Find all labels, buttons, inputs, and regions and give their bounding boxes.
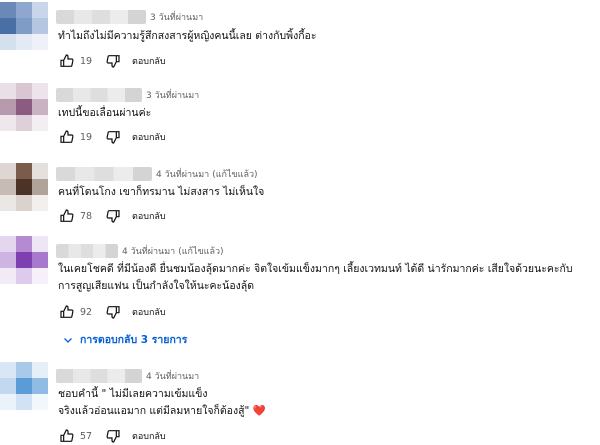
author-name[interactable] <box>56 167 152 181</box>
dislike-button[interactable] <box>104 303 122 321</box>
thumb-down-icon <box>106 210 120 223</box>
like-count: 92 <box>80 306 93 318</box>
like-count: 78 <box>80 210 93 222</box>
view-replies-button[interactable]: การตอบกลับ 3 รายการ <box>62 331 187 348</box>
comment-text: ทำไมถึงไม่มีความรู้สึกสงสารผู้หญิงคนนี้เ… <box>58 30 317 42</box>
like-button[interactable] <box>58 303 76 321</box>
like-count: 19 <box>80 55 93 67</box>
dislike-button[interactable] <box>104 128 122 146</box>
comment-text: ในเคยโชคดี ที่มีน้องดี ยื่นชมน้องลุ้ดมาก… <box>58 263 573 292</box>
reply-button[interactable]: ตอบกลับ <box>132 130 166 144</box>
comment-text: ชอบคำนี้ " ไม่มีเลยความเข้มแข็ง จริงแล้ว… <box>58 388 266 417</box>
thumb-up-icon <box>60 54 74 67</box>
edited-label: (แก้ไขแล้ว) <box>212 170 258 180</box>
dislike-button[interactable] <box>104 52 122 70</box>
author-name[interactable] <box>56 244 118 258</box>
comment-timestamp[interactable]: 3 วันที่ผ่านมา <box>146 88 199 102</box>
thumb-down-icon <box>106 55 120 68</box>
thumb-up-icon <box>60 429 74 442</box>
comment-timestamp[interactable]: 4 วันที่ผ่านมา <box>156 167 209 181</box>
thumb-down-icon <box>106 430 120 443</box>
comment-timestamp[interactable]: 3 วันที่ผ่านมา <box>150 10 203 24</box>
comment-text: เทปนี้ขอเลื่อนผ่านค่ะ <box>58 107 152 119</box>
author-name[interactable] <box>56 88 142 102</box>
thumb-up-icon <box>60 305 74 318</box>
thumb-up-icon <box>60 130 74 143</box>
like-button[interactable] <box>58 427 76 445</box>
author-name[interactable] <box>56 369 142 383</box>
heart-emoji: ❤️ <box>252 405 266 417</box>
comment-text: คนที่โดนโกง เขาก็ทรมาน ไม่สงสาร ไม่เห็นใ… <box>58 186 265 198</box>
chevron-down-icon <box>64 337 72 343</box>
avatar[interactable] <box>0 236 48 284</box>
avatar[interactable] <box>0 2 48 50</box>
like-button[interactable] <box>58 128 76 146</box>
like-button[interactable] <box>58 207 76 225</box>
reply-button[interactable]: ตอบกลับ <box>132 54 166 68</box>
dislike-button[interactable] <box>104 427 122 445</box>
like-count: 57 <box>80 430 93 442</box>
like-button[interactable] <box>58 52 76 70</box>
avatar[interactable] <box>0 362 48 410</box>
comment-timestamp[interactable]: 4 วันที่ผ่านมา <box>122 244 175 258</box>
reply-button[interactable]: ตอบกลับ <box>132 305 166 319</box>
dislike-button[interactable] <box>104 207 122 225</box>
thumb-up-icon <box>60 209 74 222</box>
avatar[interactable] <box>0 163 48 211</box>
comment-timestamp[interactable]: 4 วันที่ผ่านมา <box>146 369 199 383</box>
avatar[interactable] <box>0 83 48 131</box>
replies-count-label: การตอบกลับ 3 รายการ <box>80 334 188 346</box>
reply-button[interactable]: ตอบกลับ <box>132 429 166 443</box>
author-name[interactable] <box>56 10 146 24</box>
edited-label: (แก้ไขแล้ว) <box>178 247 224 257</box>
reply-button[interactable]: ตอบกลับ <box>132 209 166 223</box>
thumb-down-icon <box>106 131 120 144</box>
thumb-down-icon <box>106 306 120 319</box>
like-count: 19 <box>80 131 93 143</box>
